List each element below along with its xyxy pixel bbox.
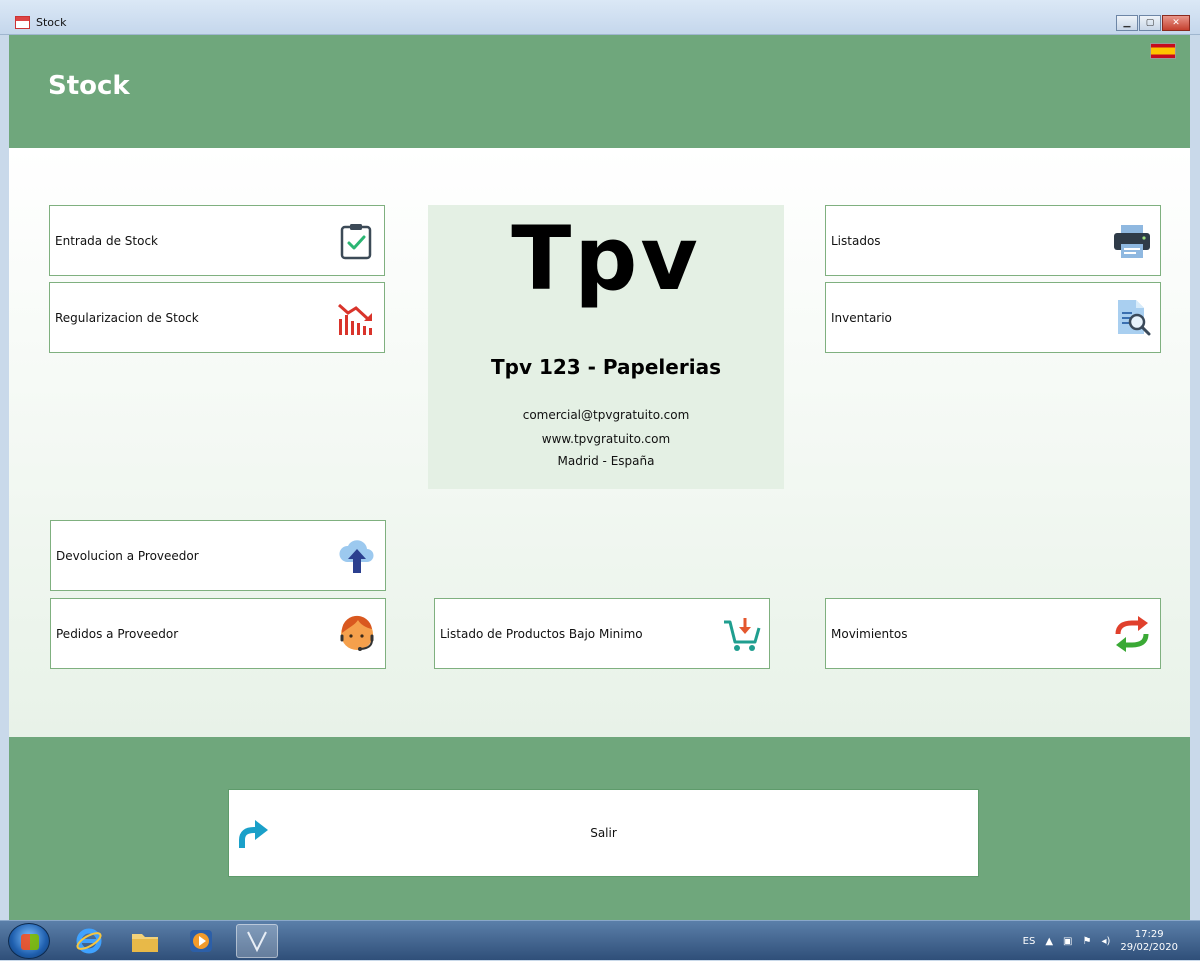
page-footer: Salir <box>9 737 1190 921</box>
support-agent-icon <box>337 614 377 654</box>
tile-label: Regularizacion de Stock <box>55 310 199 325</box>
tpv-app-icon[interactable] <box>236 924 278 958</box>
salir-label: Salir <box>590 826 617 840</box>
maximize-button[interactable]: ▢ <box>1139 15 1161 31</box>
network-error-icon[interactable]: ▣ <box>1063 936 1072 947</box>
entrada-de-stock-button[interactable]: Entrada de Stock <box>49 205 385 276</box>
tile-label: Entrada de Stock <box>55 233 158 248</box>
stock-window: Stock Entrada de Stock Regularizacion de… <box>9 35 1190 921</box>
main-content: Entrada de Stock Regularizacion de Stock <box>9 148 1190 737</box>
taskbar: ES ▲ ▣ ⚑ ◂) 17:29 29/02/2020 <box>0 920 1200 960</box>
listado-productos-bajo-minimo-button[interactable]: Listado de Productos Bajo Minimo <box>434 598 770 669</box>
tpv-logo: Tpv <box>511 207 701 310</box>
volume-icon[interactable]: ◂) <box>1101 936 1110 947</box>
regularizacion-de-stock-button[interactable]: Regularizacion de Stock <box>49 282 385 353</box>
movimientos-button[interactable]: Movimientos <box>825 598 1161 669</box>
clock-date: 29/02/2020 <box>1120 942 1178 953</box>
app-calendar-icon <box>15 16 30 29</box>
window-title: Stock <box>36 16 67 29</box>
clipboard-check-icon <box>336 221 376 261</box>
minimize-button[interactable]: ▁ <box>1116 15 1138 31</box>
tile-label: Listado de Productos Bajo Minimo <box>440 626 643 641</box>
product-name: Tpv 123 - Papelerias <box>491 355 721 379</box>
declining-chart-icon <box>336 298 376 338</box>
website: www.tpvgratuito.com <box>541 432 671 446</box>
devolucion-a-proveedor-button[interactable]: Devolucion a Proveedor <box>50 520 386 591</box>
language-indicator[interactable]: ES <box>1023 936 1036 947</box>
system-tray: ES ▲ ▣ ⚑ ◂) 17:29 29/02/2020 <box>1023 921 1200 961</box>
start-button[interactable] <box>8 923 50 959</box>
inventario-button[interactable]: Inventario <box>825 282 1161 353</box>
page-header: Stock <box>9 35 1190 148</box>
refresh-arrows-icon <box>1112 614 1152 654</box>
tile-label: Devolucion a Proveedor <box>56 548 199 563</box>
clock[interactable]: 17:29 29/02/2020 <box>1120 928 1178 954</box>
location: Madrid - España <box>557 454 655 468</box>
media-player-icon[interactable] <box>180 924 222 958</box>
action-center-icon[interactable]: ⚑ <box>1082 936 1091 947</box>
window-controls: ▁ ▢ ✕ <box>1115 15 1190 31</box>
tile-label: Movimientos <box>831 626 908 641</box>
close-button[interactable]: ✕ <box>1162 15 1190 31</box>
printer-icon <box>1112 221 1152 261</box>
contact-email: comercial@tpvgratuito.com <box>522 408 690 422</box>
file-explorer-icon[interactable] <box>124 924 166 958</box>
window-titlebar: Stock ▁ ▢ ✕ <box>0 0 1200 35</box>
listados-button[interactable]: Listados <box>825 205 1161 276</box>
tile-label: Listados <box>831 233 881 248</box>
document-search-icon <box>1112 298 1152 338</box>
internet-explorer-icon[interactable] <box>68 924 110 958</box>
spain-flag-icon[interactable] <box>1150 43 1176 59</box>
page-title: Stock <box>48 71 130 101</box>
show-hidden-icons-icon[interactable]: ▲ <box>1045 936 1053 947</box>
cart-download-icon <box>721 614 761 654</box>
salir-button[interactable]: Salir <box>228 789 979 877</box>
tile-label: Pedidos a Proveedor <box>56 626 179 641</box>
cloud-upload-icon <box>337 536 377 576</box>
company-info-panel: Tpv Tpv 123 - Papelerias comercial@tpvgr… <box>428 205 784 489</box>
pedidos-a-proveedor-button[interactable]: Pedidos a Proveedor <box>50 598 386 669</box>
clock-time: 17:29 <box>1134 929 1164 940</box>
tile-label: Inventario <box>831 310 892 325</box>
